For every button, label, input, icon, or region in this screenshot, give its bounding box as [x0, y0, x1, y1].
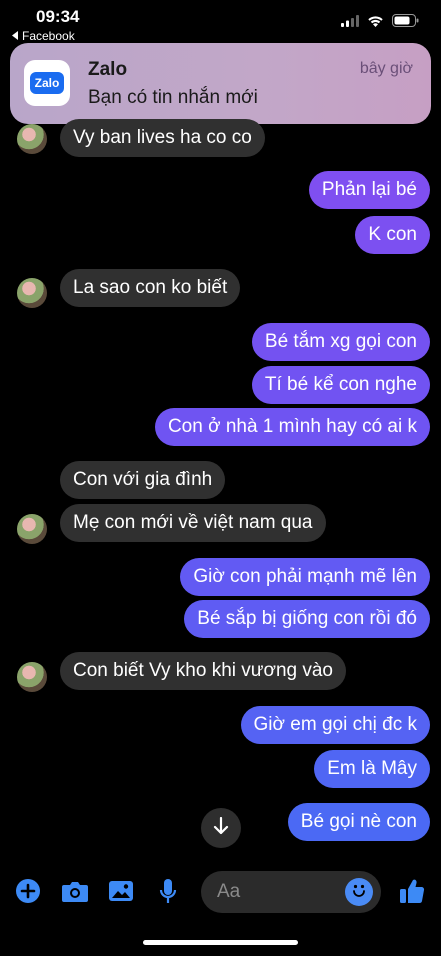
message-input[interactable]: Aa [201, 871, 381, 913]
signal-icon [341, 14, 359, 32]
zalo-logo: Zalo [30, 72, 64, 94]
message-bubble-outgoing[interactable]: Em là Mây [314, 750, 430, 788]
message-bubble-incoming[interactable]: Vy ban lives ha co co [60, 119, 265, 157]
contact-avatar[interactable] [17, 662, 47, 692]
message-bubble-outgoing[interactable]: K con [355, 216, 430, 254]
message-bubble-outgoing[interactable]: Bé sắp bị giống con rồi đó [184, 600, 430, 638]
status-time: 09:34 [36, 7, 80, 26]
message-bubble-outgoing[interactable]: Giờ em gọi chị đc k [240, 706, 430, 744]
notification-app-name: Zalo [88, 59, 128, 80]
home-indicator[interactable] [143, 940, 298, 945]
message-bubble-outgoing[interactable]: Con ở nhà 1 mình hay có ai k [154, 408, 430, 446]
microphone-icon [158, 878, 178, 911]
message-bubble-outgoing[interactable]: Phản lại bé [308, 171, 430, 209]
message-input-placeholder: Aa [217, 881, 241, 902]
arrow-down-icon [213, 816, 229, 840]
message-bubble-incoming[interactable]: Con với gia đình [60, 461, 226, 499]
emoji-button[interactable] [345, 878, 373, 906]
plus-icon [15, 878, 41, 909]
zalo-notification[interactable]: Zalo Zalo bây giờ Bạn có tin nhắn mới [10, 43, 431, 124]
voice-button[interactable] [158, 878, 178, 911]
status-icons [341, 14, 419, 32]
scroll-to-bottom-button[interactable] [201, 808, 241, 848]
thumbs-up-icon [398, 877, 426, 910]
message-bubble-incoming[interactable]: Con biết Vy kho khi vương vào [60, 652, 346, 690]
camera-icon [61, 879, 89, 908]
notification-time: bây giờ [359, 60, 413, 77]
contact-avatar[interactable] [17, 278, 47, 308]
back-app-label: Facebook [22, 29, 75, 43]
message-bubble-incoming[interactable]: La sao con ko biết [60, 269, 241, 307]
camera-button[interactable] [61, 879, 89, 908]
message-bubble-outgoing[interactable]: Bé tắm xg gọi con [251, 323, 430, 361]
wifi-icon [367, 14, 384, 32]
status-bar: 09:34 Facebook [0, 0, 441, 44]
back-to-app-link[interactable]: Facebook [12, 29, 75, 43]
like-button[interactable] [398, 877, 426, 910]
message-bubble-outgoing[interactable]: Giờ con phải mạnh mẽ lên [180, 558, 430, 596]
photo-icon [108, 880, 134, 907]
emoji-icon [348, 878, 370, 906]
zalo-app-icon: Zalo [24, 60, 70, 106]
contact-avatar[interactable] [17, 514, 47, 544]
plus-button[interactable] [15, 878, 41, 909]
message-bubble-outgoing[interactable]: Bé gọi nè con [287, 803, 430, 841]
photo-button[interactable] [108, 880, 134, 907]
battery-icon [392, 14, 419, 32]
back-arrow-icon [12, 29, 19, 43]
message-bubble-outgoing[interactable]: Tí bé kể con nghe [251, 366, 430, 404]
message-bubble-incoming[interactable]: Mẹ con mới về việt nam qua [60, 504, 326, 542]
message-composer: Aa [0, 866, 441, 918]
notification-message: Bạn có tin nhắn mới [88, 87, 258, 108]
contact-avatar[interactable] [17, 124, 47, 154]
